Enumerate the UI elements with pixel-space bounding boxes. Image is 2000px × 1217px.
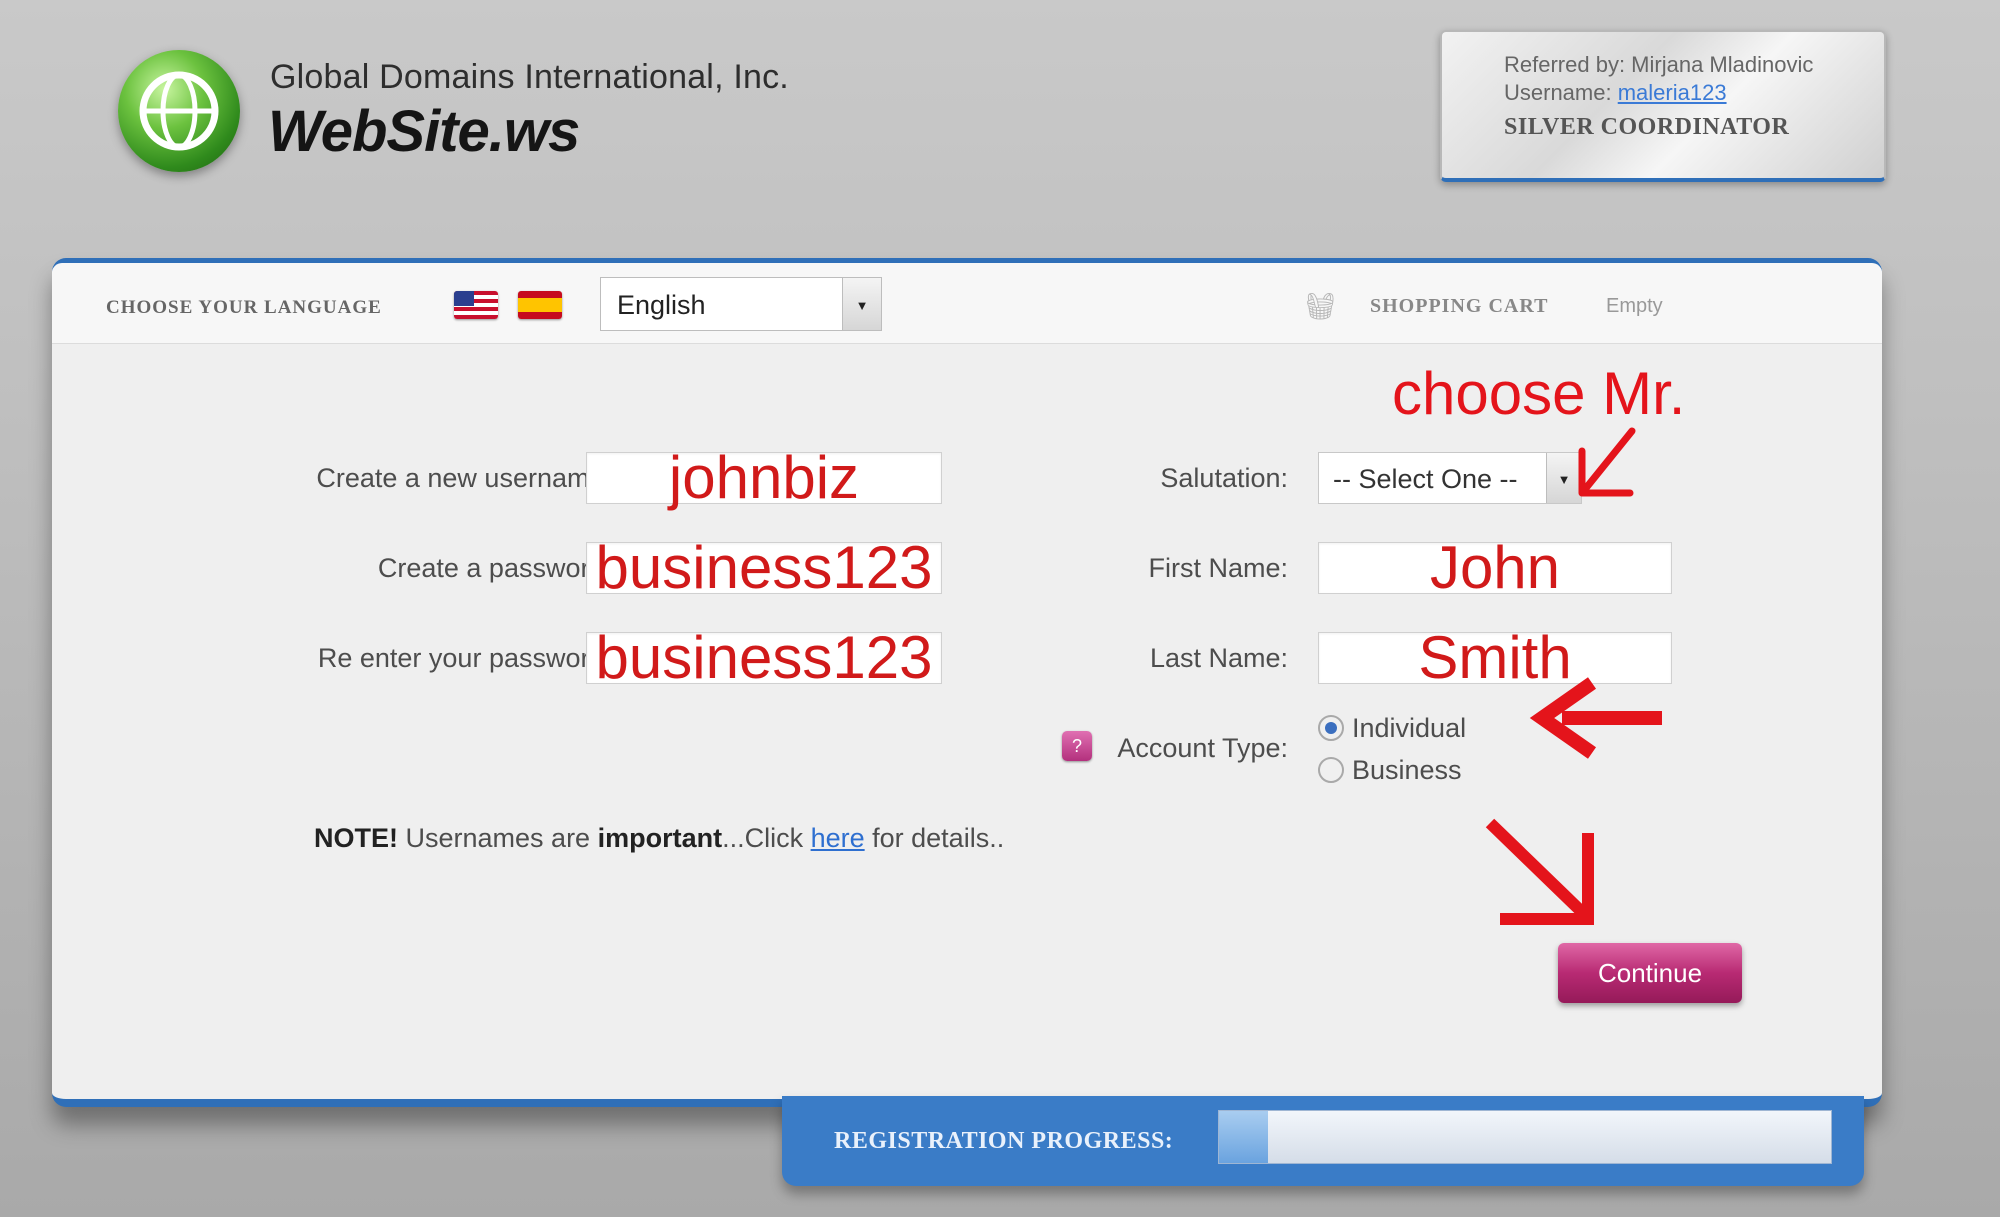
username-label: Create a new username:	[316, 463, 612, 493]
password-field[interactable]: business123	[586, 534, 942, 601]
progress-track	[1218, 1110, 1832, 1164]
note-text: ...Click	[722, 823, 811, 853]
note-important: important	[597, 823, 723, 853]
details-link[interactable]: here	[811, 823, 865, 853]
account-type-business-radio[interactable]	[1318, 757, 1344, 783]
spain-flag-icon[interactable]	[518, 291, 562, 319]
language-select-value: English	[617, 290, 706, 320]
first-name-value: John	[1429, 534, 1561, 601]
username-field[interactable]: johnbiz	[586, 444, 942, 511]
language-bar: CHOOSE YOUR LANGUAGE English ▼ 🧺︎ SHOPPI…	[52, 263, 1882, 344]
continue-button[interactable]: Continue	[1558, 943, 1742, 1003]
first-name-field[interactable]: John	[1318, 534, 1672, 601]
registration-progress-label: REGISTRATION PROGRESS:	[834, 1128, 1174, 1154]
salutation-label: Salutation:	[1160, 463, 1288, 493]
note-text: Usernames are	[398, 823, 598, 853]
referred-by-text: Referred by: Mirjana Mladinovic	[1504, 52, 1814, 77]
company-name: Global Domains International, Inc.	[270, 58, 789, 96]
last-name-label: Last Name:	[1149, 643, 1288, 673]
registration-progress: REGISTRATION PROGRESS:	[782, 1096, 1864, 1186]
reenter-password-field[interactable]: business123	[586, 624, 942, 691]
referrer-username: Username: maleria123	[1504, 80, 1727, 106]
reenter-password-value: business123	[595, 624, 933, 691]
salutation-select-value: -- Select One --	[1333, 464, 1518, 494]
referrer-username-link[interactable]: maleria123	[1618, 80, 1727, 105]
brand-logo-text: WebSite.ws	[268, 99, 580, 164]
username-label: Username:	[1504, 80, 1618, 105]
cart-status: Empty	[1606, 295, 1663, 317]
language-label: CHOOSE YOUR LANGUAGE	[106, 297, 382, 318]
globe-icon	[118, 50, 240, 172]
annotation-arrow-icon	[1485, 818, 1594, 925]
note-text: for details..	[864, 823, 1005, 853]
note-prefix: NOTE!	[314, 823, 398, 853]
us-flag-icon[interactable]	[454, 291, 498, 319]
help-icon[interactable]: ?	[1062, 731, 1092, 761]
chevron-down-icon: ▼	[855, 298, 869, 313]
password-label: Create a password:	[377, 553, 612, 583]
shopping-cart-label[interactable]: SHOPPING CART	[1370, 295, 1548, 318]
progress-fill	[1219, 1111, 1268, 1163]
reenter-password-label: Re enter your password:	[317, 643, 612, 673]
username-note: NOTE! Usernames are important...Click he…	[314, 823, 1004, 854]
account-type-label: Account Type:	[1117, 733, 1288, 763]
salutation-select[interactable]: -- Select One -- ▼	[1318, 452, 1582, 504]
account-type-business-label[interactable]: Business	[1352, 755, 1462, 786]
referral-box: Referred by: Mirjana Mladinovic Username…	[1440, 30, 1886, 182]
basket-icon: 🧺︎	[1304, 291, 1338, 321]
first-name-label: First Name:	[1148, 553, 1288, 583]
registration-panel: CHOOSE YOUR LANGUAGE English ▼ 🧺︎ SHOPPI…	[52, 258, 1882, 1107]
language-select[interactable]: English ▼	[600, 277, 882, 331]
language-dropdown-button[interactable]: ▼	[842, 278, 881, 330]
referrer-rank: SILVER COORDINATOR	[1504, 114, 1790, 140]
annotation-arrow-icon	[1578, 427, 1636, 497]
account-type-individual-label[interactable]: Individual	[1352, 713, 1466, 744]
username-value: johnbiz	[668, 444, 860, 511]
account-type-individual-radio[interactable]	[1318, 715, 1344, 741]
password-value: business123	[595, 534, 933, 601]
annotation-arrow-icon	[1529, 677, 1662, 759]
